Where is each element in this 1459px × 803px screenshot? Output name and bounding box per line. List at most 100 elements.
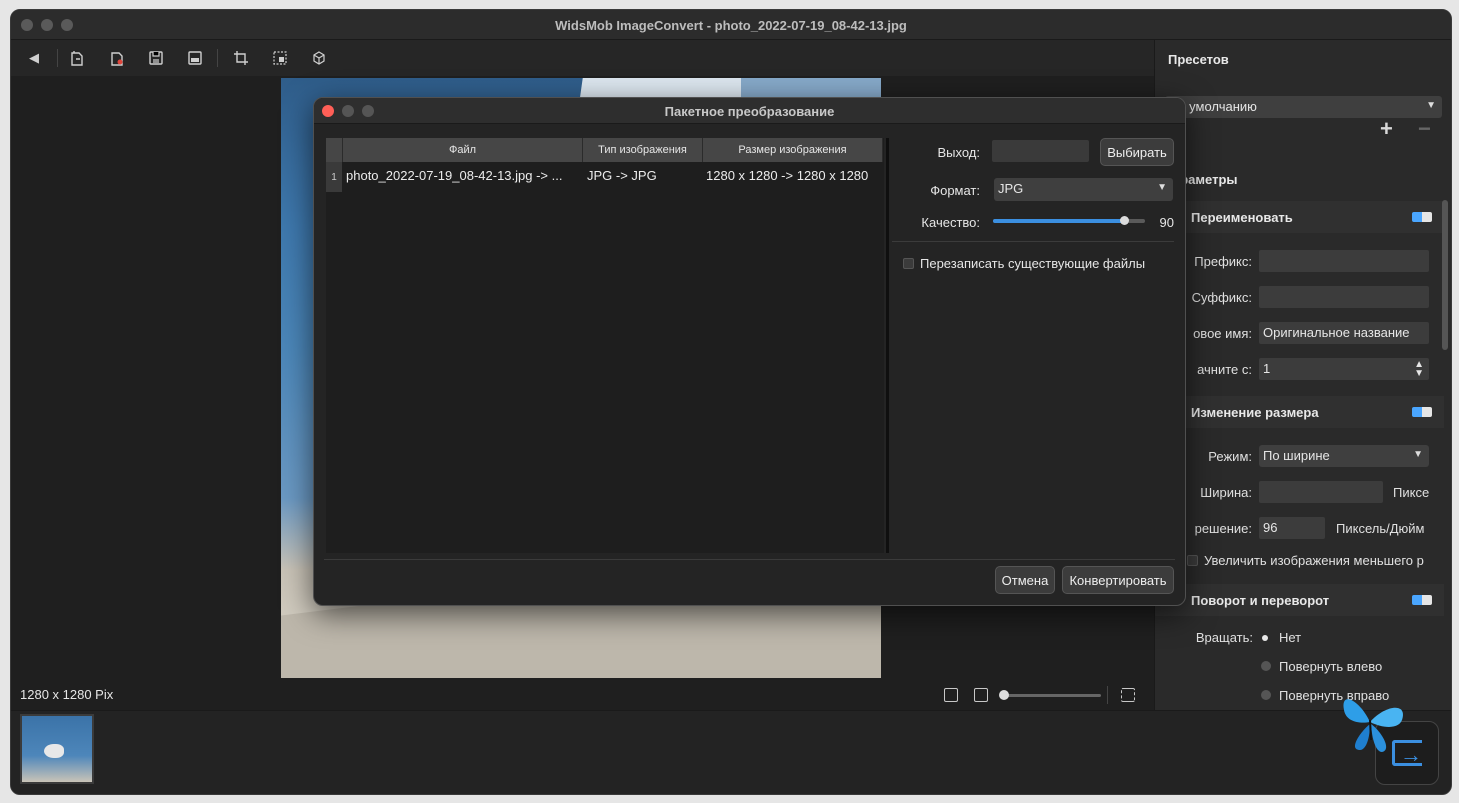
rename-title: Переименовать <box>1191 210 1293 225</box>
save-icon[interactable] <box>147 49 165 67</box>
format-dropdown[interactable]: JPG ▼ <box>994 178 1173 201</box>
fit-screen-icon[interactable] <box>944 688 958 702</box>
rotate-left-radio[interactable] <box>1261 661 1271 671</box>
table-cell-size[interactable]: 1280 x 1280 -> 1280 x 1280 <box>706 168 868 183</box>
stepper-arrows-icon: ▲ ▼ <box>1414 359 1424 379</box>
cancel-button[interactable]: Отмена <box>995 566 1055 594</box>
toolbar-divider <box>57 49 58 67</box>
resize-toggle[interactable] <box>1412 407 1432 417</box>
butterfly-logo-icon <box>1343 699 1403 752</box>
mode-label: Режим: <box>1208 449 1252 464</box>
resize-title: Изменение размера <box>1191 405 1319 420</box>
table-header-file[interactable]: Файл <box>343 138 583 162</box>
start-stepper[interactable]: 1 ▲ ▼ <box>1259 358 1429 380</box>
chevron-down-icon: ▼ <box>1157 182 1167 193</box>
resolution-label: решение: <box>1194 521 1252 536</box>
filmstrip: → <box>11 710 1451 794</box>
table-row-number: 1 <box>326 162 342 192</box>
prefix-label: Префикс: <box>1194 254 1252 269</box>
table-cell-type[interactable]: JPG -> JPG <box>587 168 657 183</box>
width-unit: Пиксе <box>1393 485 1430 500</box>
save-as-icon[interactable] <box>186 49 204 67</box>
suffix-field[interactable] <box>1259 286 1429 308</box>
toolbar-divider <box>217 49 218 67</box>
dialog-title-bar: Пакетное преобразование <box>314 98 1185 124</box>
dialog-title: Пакетное преобразование <box>664 104 835 119</box>
rotate-option-left[interactable]: Повернуть влево <box>1279 659 1382 674</box>
rotate-label: Вращать: <box>1195 630 1253 645</box>
remove-preset-button[interactable]: − <box>1418 116 1431 142</box>
chevron-down-icon: ▼ <box>1413 449 1423 460</box>
window-title: WidsMob ImageConvert - photo_2022-07-19_… <box>555 18 907 33</box>
rename-toggle[interactable] <box>1412 212 1432 222</box>
resolution-field[interactable]: 96 <box>1259 517 1325 539</box>
file-table: Файл Тип изображения Размер изображения … <box>326 138 884 553</box>
format-label: Формат: <box>930 183 980 198</box>
rename-section[interactable]: Переименовать <box>1155 201 1444 233</box>
table-cell-file[interactable]: photo_2022-07-19_08-42-13.jpg -> ... <box>346 168 580 183</box>
toolbar: ◀ <box>11 40 1154 76</box>
mode-value: По ширине <box>1263 448 1330 463</box>
mode-dropdown[interactable]: По ширине ▼ <box>1259 445 1429 467</box>
preset-dropdown[interactable]: По умолчанию ▼ <box>1165 96 1442 118</box>
prefix-field[interactable] <box>1259 250 1429 272</box>
panel-scrollbar[interactable] <box>1442 200 1448 350</box>
suffix-label: Суффикс: <box>1191 290 1252 305</box>
quality-slider-knob[interactable] <box>1120 216 1129 225</box>
table-header-type[interactable]: Тип изображения <box>583 138 703 162</box>
enlarge-checkbox[interactable] <box>1187 555 1198 566</box>
resolution-unit: Пиксель/Дюйм <box>1336 521 1425 536</box>
dialog-splitter[interactable] <box>886 138 889 553</box>
import-icon[interactable] <box>68 49 86 67</box>
rotate-right-radio[interactable] <box>1261 690 1271 700</box>
batch-convert-dialog: Пакетное преобразование Файл Тип изображ… <box>313 97 1186 606</box>
choose-button[interactable]: Выбирать <box>1100 138 1174 166</box>
presets-header: Пресетов <box>1168 52 1229 67</box>
start-label: ачните с: <box>1197 362 1252 377</box>
overwrite-label[interactable]: Перезаписать существующие файлы <box>920 256 1145 271</box>
convert-button[interactable]: Конвертировать <box>1062 566 1174 594</box>
resize-icon[interactable] <box>271 49 289 67</box>
actual-size-icon[interactable] <box>974 688 988 702</box>
3d-box-icon[interactable] <box>310 49 328 67</box>
newname-field[interactable]: Оригинальное название <box>1259 322 1429 344</box>
remove-icon[interactable] <box>108 49 126 67</box>
status-bar: 1280 x 1280 Pix <box>11 680 1154 710</box>
chevron-down-icon: ▼ <box>1426 100 1436 111</box>
width-label: Ширина: <box>1200 485 1252 500</box>
image-dimensions: 1280 x 1280 Pix <box>20 687 114 702</box>
quality-value: 90 <box>1159 215 1174 230</box>
rotate-title: Поворот и переворот <box>1191 593 1330 608</box>
newname-label: овое имя: <box>1193 326 1252 341</box>
quality-label: Качество: <box>921 215 980 230</box>
overwrite-checkbox[interactable] <box>903 258 914 269</box>
zoom-slider-knob[interactable] <box>999 690 1009 700</box>
footer-divider <box>324 559 1175 560</box>
format-value: JPG <box>998 181 1024 196</box>
start-value: 1 <box>1263 361 1271 376</box>
rotate-section[interactable]: Поворот и переворот <box>1155 584 1444 616</box>
zoom-slider-track[interactable] <box>1003 694 1101 697</box>
rotate-none-radio[interactable] <box>1262 635 1268 641</box>
output-label: Выход: <box>937 145 980 160</box>
settings-panel: Пресетов По умолчанию ▼ + − араметры Пер… <box>1154 40 1451 710</box>
compare-icon[interactable] <box>1121 688 1135 702</box>
output-field[interactable] <box>992 140 1089 162</box>
gull-shape <box>44 744 64 758</box>
rotate-toggle[interactable] <box>1412 595 1432 605</box>
params-header-section: араметры <box>1155 163 1444 195</box>
rotate-option-none[interactable]: Нет <box>1279 630 1301 645</box>
title-bar: WidsMob ImageConvert - photo_2022-07-19_… <box>11 10 1451 40</box>
table-header-num <box>326 138 343 162</box>
add-preset-button[interactable]: + <box>1380 116 1393 142</box>
table-header-size[interactable]: Размер изображения <box>703 138 883 162</box>
resize-section[interactable]: Изменение размера <box>1155 396 1444 428</box>
options-divider <box>892 241 1174 242</box>
back-icon[interactable]: ◀ <box>25 49 43 67</box>
width-field[interactable] <box>1259 481 1383 503</box>
photo-thumbnail[interactable] <box>20 714 94 784</box>
crop-icon[interactable] <box>232 49 250 67</box>
quality-slider-fill <box>993 219 1125 223</box>
enlarge-label: Увеличить изображения меньшего р <box>1204 553 1424 568</box>
status-divider <box>1107 686 1108 704</box>
